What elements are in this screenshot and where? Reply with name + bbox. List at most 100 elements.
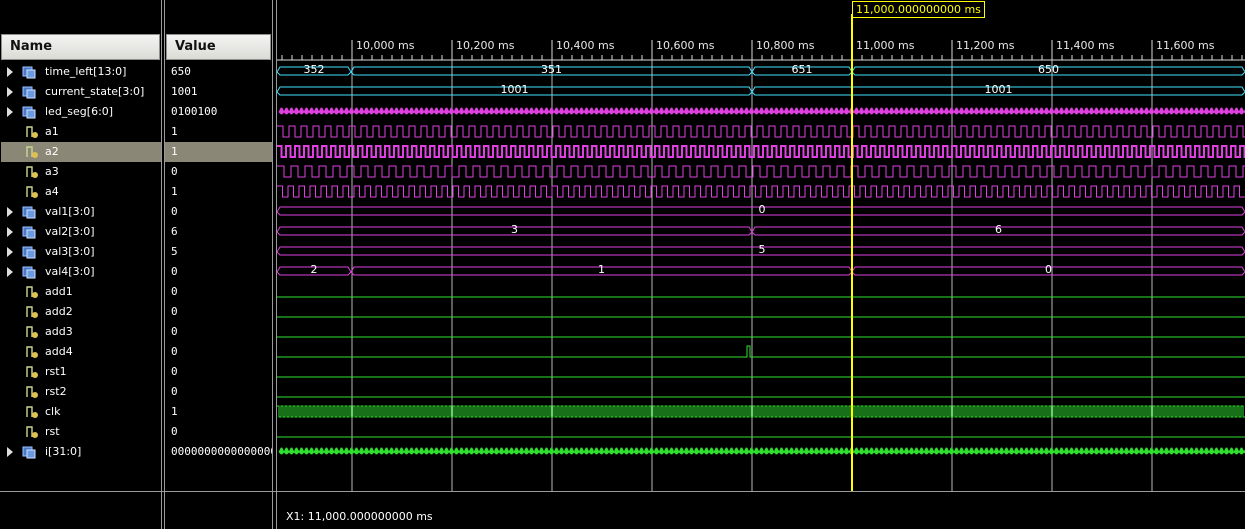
bus-transition <box>383 107 390 115</box>
signal-value[interactable]: 6 <box>165 222 272 242</box>
bus-transition <box>653 107 660 115</box>
name-column-divider[interactable] <box>161 0 162 529</box>
signal-value[interactable]: 650 <box>165 62 272 82</box>
bus-transition <box>1068 447 1075 455</box>
signal-row[interactable]: add3 <box>1 322 161 342</box>
signal-value[interactable]: 0 <box>165 322 272 342</box>
signal-value[interactable]: 0 <box>165 162 272 182</box>
signal-row[interactable]: val4[3:0] <box>1 262 161 282</box>
expand-arrow-icon[interactable] <box>7 227 13 237</box>
bus-transition <box>878 107 885 115</box>
bus-transition <box>758 447 765 455</box>
bus-transition <box>833 447 840 455</box>
bus-transition <box>538 447 545 455</box>
bus-transition <box>703 107 710 115</box>
signal-row[interactable]: add4 <box>1 342 161 362</box>
bus-transition <box>953 107 960 115</box>
bus-transition <box>503 107 510 115</box>
signal-value[interactable]: 0 <box>165 282 272 302</box>
signal-row[interactable]: led_seg[6:0] <box>1 102 161 122</box>
bit-signal-icon <box>26 286 38 298</box>
bus-transition <box>908 447 915 455</box>
bus-transition <box>773 107 780 115</box>
bus-transition <box>308 107 315 115</box>
signal-name: rst1 <box>45 365 67 378</box>
signal-row[interactable]: current_state[3:0] <box>1 82 161 102</box>
signal-row[interactable]: a2 <box>1 142 161 162</box>
signal-value[interactable]: 1001 <box>165 82 272 102</box>
expand-arrow-icon[interactable] <box>7 267 13 277</box>
signal-row[interactable]: a3 <box>1 162 161 182</box>
bus-transition <box>1218 447 1225 455</box>
bus-transition <box>733 107 740 115</box>
bus-transition <box>1073 447 1080 455</box>
signal-value[interactable]: 0100100 <box>165 102 272 122</box>
bus-transition <box>1133 447 1140 455</box>
signal-value[interactable]: 1 <box>165 122 272 142</box>
bus-transition <box>613 107 620 115</box>
clock-waveform <box>277 125 1245 138</box>
signal-row[interactable]: add1 <box>1 282 161 302</box>
value-right-divider[interactable] <box>272 0 273 529</box>
bus-transition <box>313 447 320 455</box>
signal-row[interactable]: rst <box>1 422 161 442</box>
bus-transition <box>718 107 725 115</box>
signal-row[interactable]: add2 <box>1 302 161 322</box>
signal-row[interactable]: val3[3:0] <box>1 242 161 262</box>
expand-arrow-icon[interactable] <box>7 447 13 457</box>
bus-transition <box>383 447 390 455</box>
signal-name: add1 <box>45 285 73 298</box>
cursor-time-label[interactable]: 11,000.000000000 ms <box>852 1 985 18</box>
signal-value[interactable]: 0 <box>165 422 272 442</box>
bus-transition <box>803 107 810 115</box>
signal-row[interactable]: time_left[13:0] <box>1 62 161 82</box>
bit-signal-icon <box>26 426 38 438</box>
expand-arrow-icon[interactable] <box>7 67 13 77</box>
bus-value-label: 6 <box>995 223 1002 236</box>
signal-value[interactable]: 1 <box>165 402 272 422</box>
ruler-tick-label: 11,600 ms <box>1156 39 1215 52</box>
expand-arrow-icon[interactable] <box>7 87 13 97</box>
bus-transition <box>528 447 535 455</box>
name-column-header[interactable]: Name <box>1 34 160 60</box>
signal-value[interactable]: 1 <box>165 182 272 202</box>
signal-row[interactable]: clk <box>1 402 161 422</box>
bus-transition <box>938 447 945 455</box>
bus-transition <box>933 447 940 455</box>
bus-transition <box>1048 107 1055 115</box>
bus-transition <box>883 447 890 455</box>
expand-arrow-icon[interactable] <box>7 207 13 217</box>
signal-value[interactable]: 0 <box>165 202 272 222</box>
signal-value[interactable]: 0 <box>165 262 272 282</box>
bus-transition <box>858 447 865 455</box>
bus-transition <box>1038 447 1045 455</box>
bus-transition <box>348 107 355 115</box>
expand-arrow-icon[interactable] <box>7 107 13 117</box>
signal-row[interactable]: val2[3:0] <box>1 222 161 242</box>
bus-transition <box>403 107 410 115</box>
bus-transition <box>778 107 785 115</box>
signal-value[interactable]: 5 <box>165 242 272 262</box>
signal-value[interactable]: 1 <box>165 142 272 162</box>
signal-value[interactable]: 0 <box>165 302 272 322</box>
bus-transition <box>773 447 780 455</box>
signal-row[interactable]: a1 <box>1 122 161 142</box>
expand-arrow-icon[interactable] <box>7 247 13 257</box>
signal-value[interactable]: 00000000000000000 <box>165 442 272 462</box>
bus-transition <box>533 107 540 115</box>
signal-row[interactable]: rst2 <box>1 382 161 402</box>
signal-value[interactable]: 0 <box>165 362 272 382</box>
value-column-header[interactable]: Value <box>166 34 271 60</box>
signal-value[interactable]: 0 <box>165 382 272 402</box>
bus-transition <box>833 107 840 115</box>
signal-row[interactable]: i[31:0] <box>1 442 161 462</box>
waveform-area[interactable]: 10,000 ms 10,200 ms 10,400 ms 10,600 ms 10,8… <box>277 0 1245 491</box>
signal-value[interactable]: 0 <box>165 342 272 362</box>
bus-transition <box>893 447 900 455</box>
bus-transition <box>668 447 675 455</box>
signal-row[interactable]: val1[3:0] <box>1 202 161 222</box>
signal-row[interactable]: a4 <box>1 182 161 202</box>
signal-row[interactable]: rst1 <box>1 362 161 382</box>
bus-transition <box>868 107 875 115</box>
bus-transition <box>343 447 350 455</box>
